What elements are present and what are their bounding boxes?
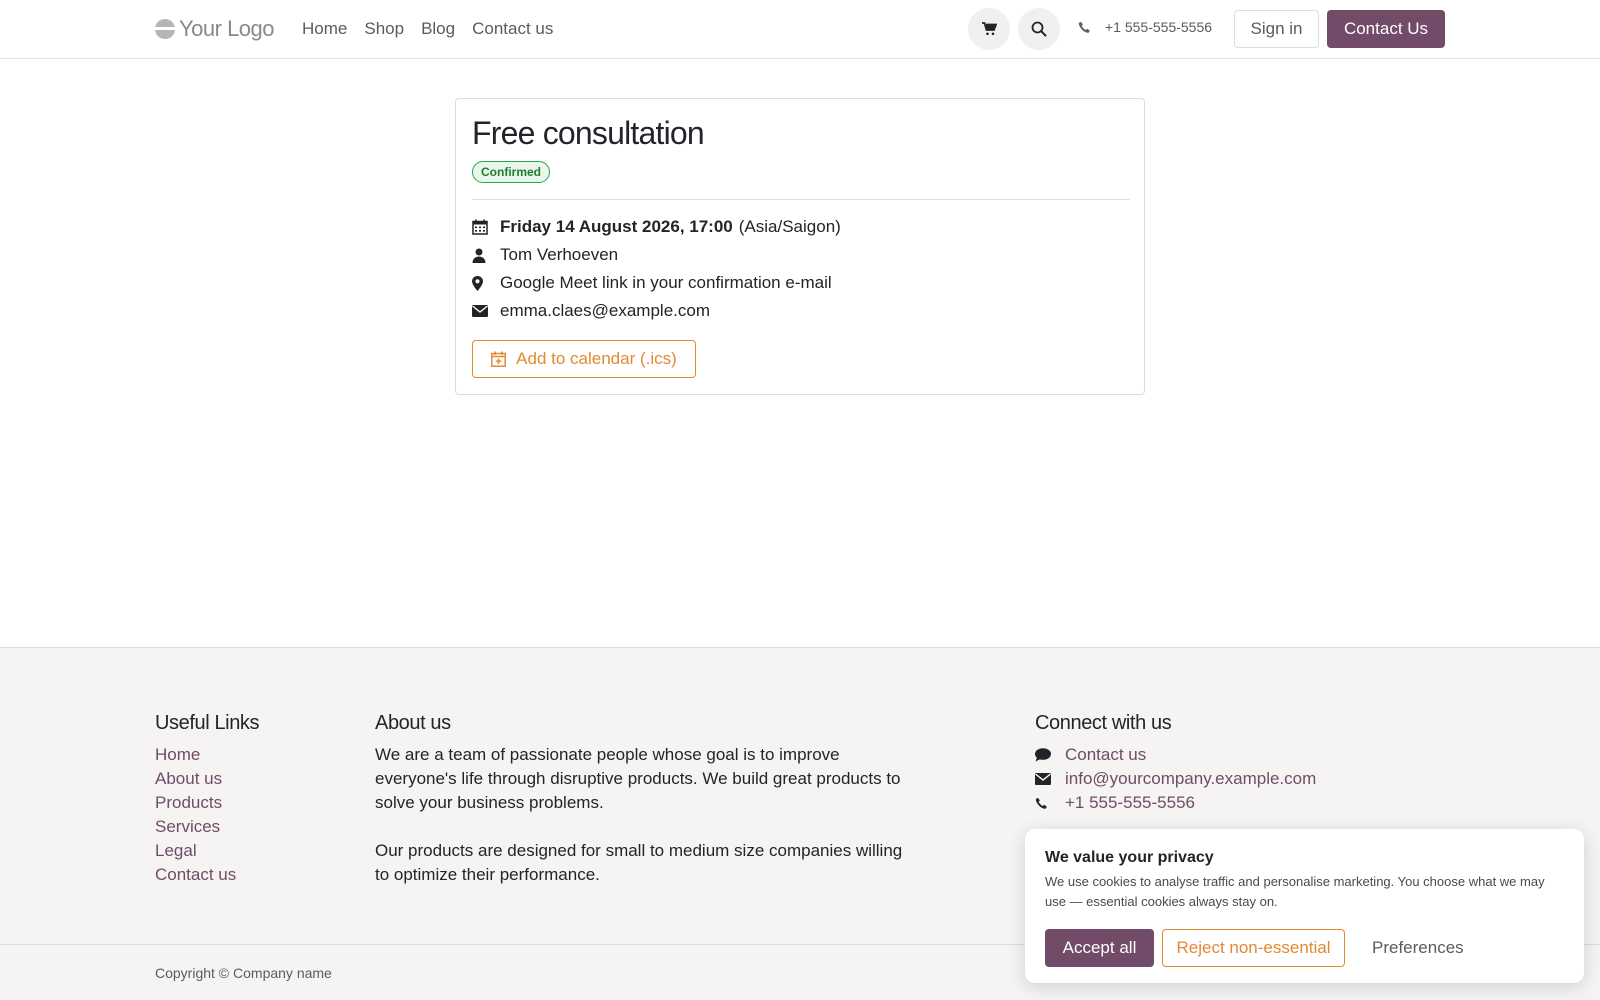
footer-link-contact[interactable]: Contact us: [155, 863, 259, 887]
cookie-banner: We value your privacy We use cookies to …: [1025, 829, 1584, 983]
calendar-plus-icon: [491, 351, 507, 367]
envelope-icon: [472, 305, 500, 317]
logo-icon: [155, 19, 175, 39]
nav-contact[interactable]: Contact us: [472, 19, 553, 39]
phone-icon: [1078, 21, 1090, 33]
cart-icon: [981, 22, 997, 36]
appointment-date: Friday 14 August 2026, 17:00: [500, 217, 733, 236]
nav-home[interactable]: Home: [302, 19, 347, 39]
footer-useful-links: Useful Links Home About us Products Serv…: [155, 712, 260, 887]
reject-non-essential-button[interactable]: Reject non-essential: [1162, 929, 1345, 967]
connect-phone-link[interactable]: +1 555-555-5556: [1035, 791, 1316, 815]
about-heading: About us: [375, 712, 451, 734]
phone-icon: [1035, 797, 1053, 810]
useful-links-heading: Useful Links: [155, 712, 260, 734]
copyright-text: Copyright © Company name: [155, 965, 332, 981]
footer-link-about[interactable]: About us: [155, 767, 259, 791]
appointment-person-row: Tom Verhoeven: [472, 245, 618, 265]
main-nav: Home Shop Blog Contact us: [302, 19, 553, 39]
nav-shop[interactable]: Shop: [364, 19, 404, 39]
about-paragraph-2: Our products are designed for small to m…: [375, 841, 903, 884]
footer-link-home[interactable]: Home: [155, 743, 259, 767]
site-logo[interactable]: Your Logo: [155, 16, 275, 42]
connect-email-label: info@yourcompany.example.com: [1065, 769, 1317, 788]
footer-link-products[interactable]: Products: [155, 791, 259, 815]
footer-about: About us We are a team of passionate peo…: [375, 712, 905, 911]
preferences-button[interactable]: Preferences: [1372, 938, 1464, 958]
logo-text: Your Logo: [179, 16, 275, 41]
appointment-location-row: Google Meet link in your confirmation e-…: [472, 273, 832, 293]
envelope-icon: [1035, 773, 1053, 785]
footer-link-legal[interactable]: Legal: [155, 839, 259, 863]
add-to-calendar-label: Add to calendar (.ics): [516, 349, 677, 368]
cookie-title: We value your privacy: [1045, 849, 1214, 866]
connect-heading: Connect with us: [1035, 712, 1172, 734]
search-icon: [1031, 21, 1047, 37]
sign-in-button[interactable]: Sign in: [1234, 10, 1319, 48]
contact-us-button[interactable]: Contact Us: [1327, 10, 1445, 48]
accept-all-button[interactable]: Accept all: [1045, 929, 1154, 967]
footer-connect: Connect with us Contact us info@yourcomp…: [1035, 712, 1316, 815]
comment-icon: [1035, 748, 1053, 762]
map-marker-icon: [472, 275, 500, 291]
appointment-card: Free consultation Confirmed Friday 14 Au…: [455, 98, 1145, 395]
appointment-person: Tom Verhoeven: [500, 245, 619, 264]
add-to-calendar-button[interactable]: Add to calendar (.ics): [472, 340, 696, 378]
site-header: Your Logo Home Shop Blog Contact us +1 5…: [0, 0, 1600, 59]
nav-blog[interactable]: Blog: [421, 19, 455, 39]
header-phone-number: +1 555-555-5556: [1105, 19, 1213, 35]
appointment-date-row: Friday 14 August 2026, 17:00 (Asia/Saigo…: [472, 217, 841, 237]
appointment-location: Google Meet link in your confirmation e-…: [500, 273, 832, 292]
cookie-text: We use cookies to analyse traffic and pe…: [1045, 874, 1545, 909]
connect-email-link[interactable]: info@yourcompany.example.com: [1035, 767, 1316, 791]
status-badge: Confirmed: [472, 161, 550, 183]
about-paragraph-1: We are a team of passionate people whose…: [375, 745, 901, 812]
connect-contact-label: Contact us: [1065, 745, 1147, 764]
user-icon: [472, 248, 500, 263]
appointment-timezone: (Asia/Saigon): [738, 217, 841, 236]
calendar-icon: [472, 219, 500, 235]
cart-button[interactable]: [968, 8, 1010, 50]
appointment-email: emma.claes@example.com: [500, 301, 710, 320]
header-phone[interactable]: +1 555-555-5556: [1078, 19, 1212, 35]
footer-link-services[interactable]: Services: [155, 815, 259, 839]
appointment-email-row: emma.claes@example.com: [472, 301, 710, 321]
appointment-title: Free consultation: [472, 115, 705, 151]
connect-phone-label: +1 555-555-5556: [1065, 793, 1195, 812]
card-divider: [472, 199, 1130, 200]
search-button[interactable]: [1018, 8, 1060, 50]
connect-contact-link[interactable]: Contact us: [1035, 743, 1316, 767]
